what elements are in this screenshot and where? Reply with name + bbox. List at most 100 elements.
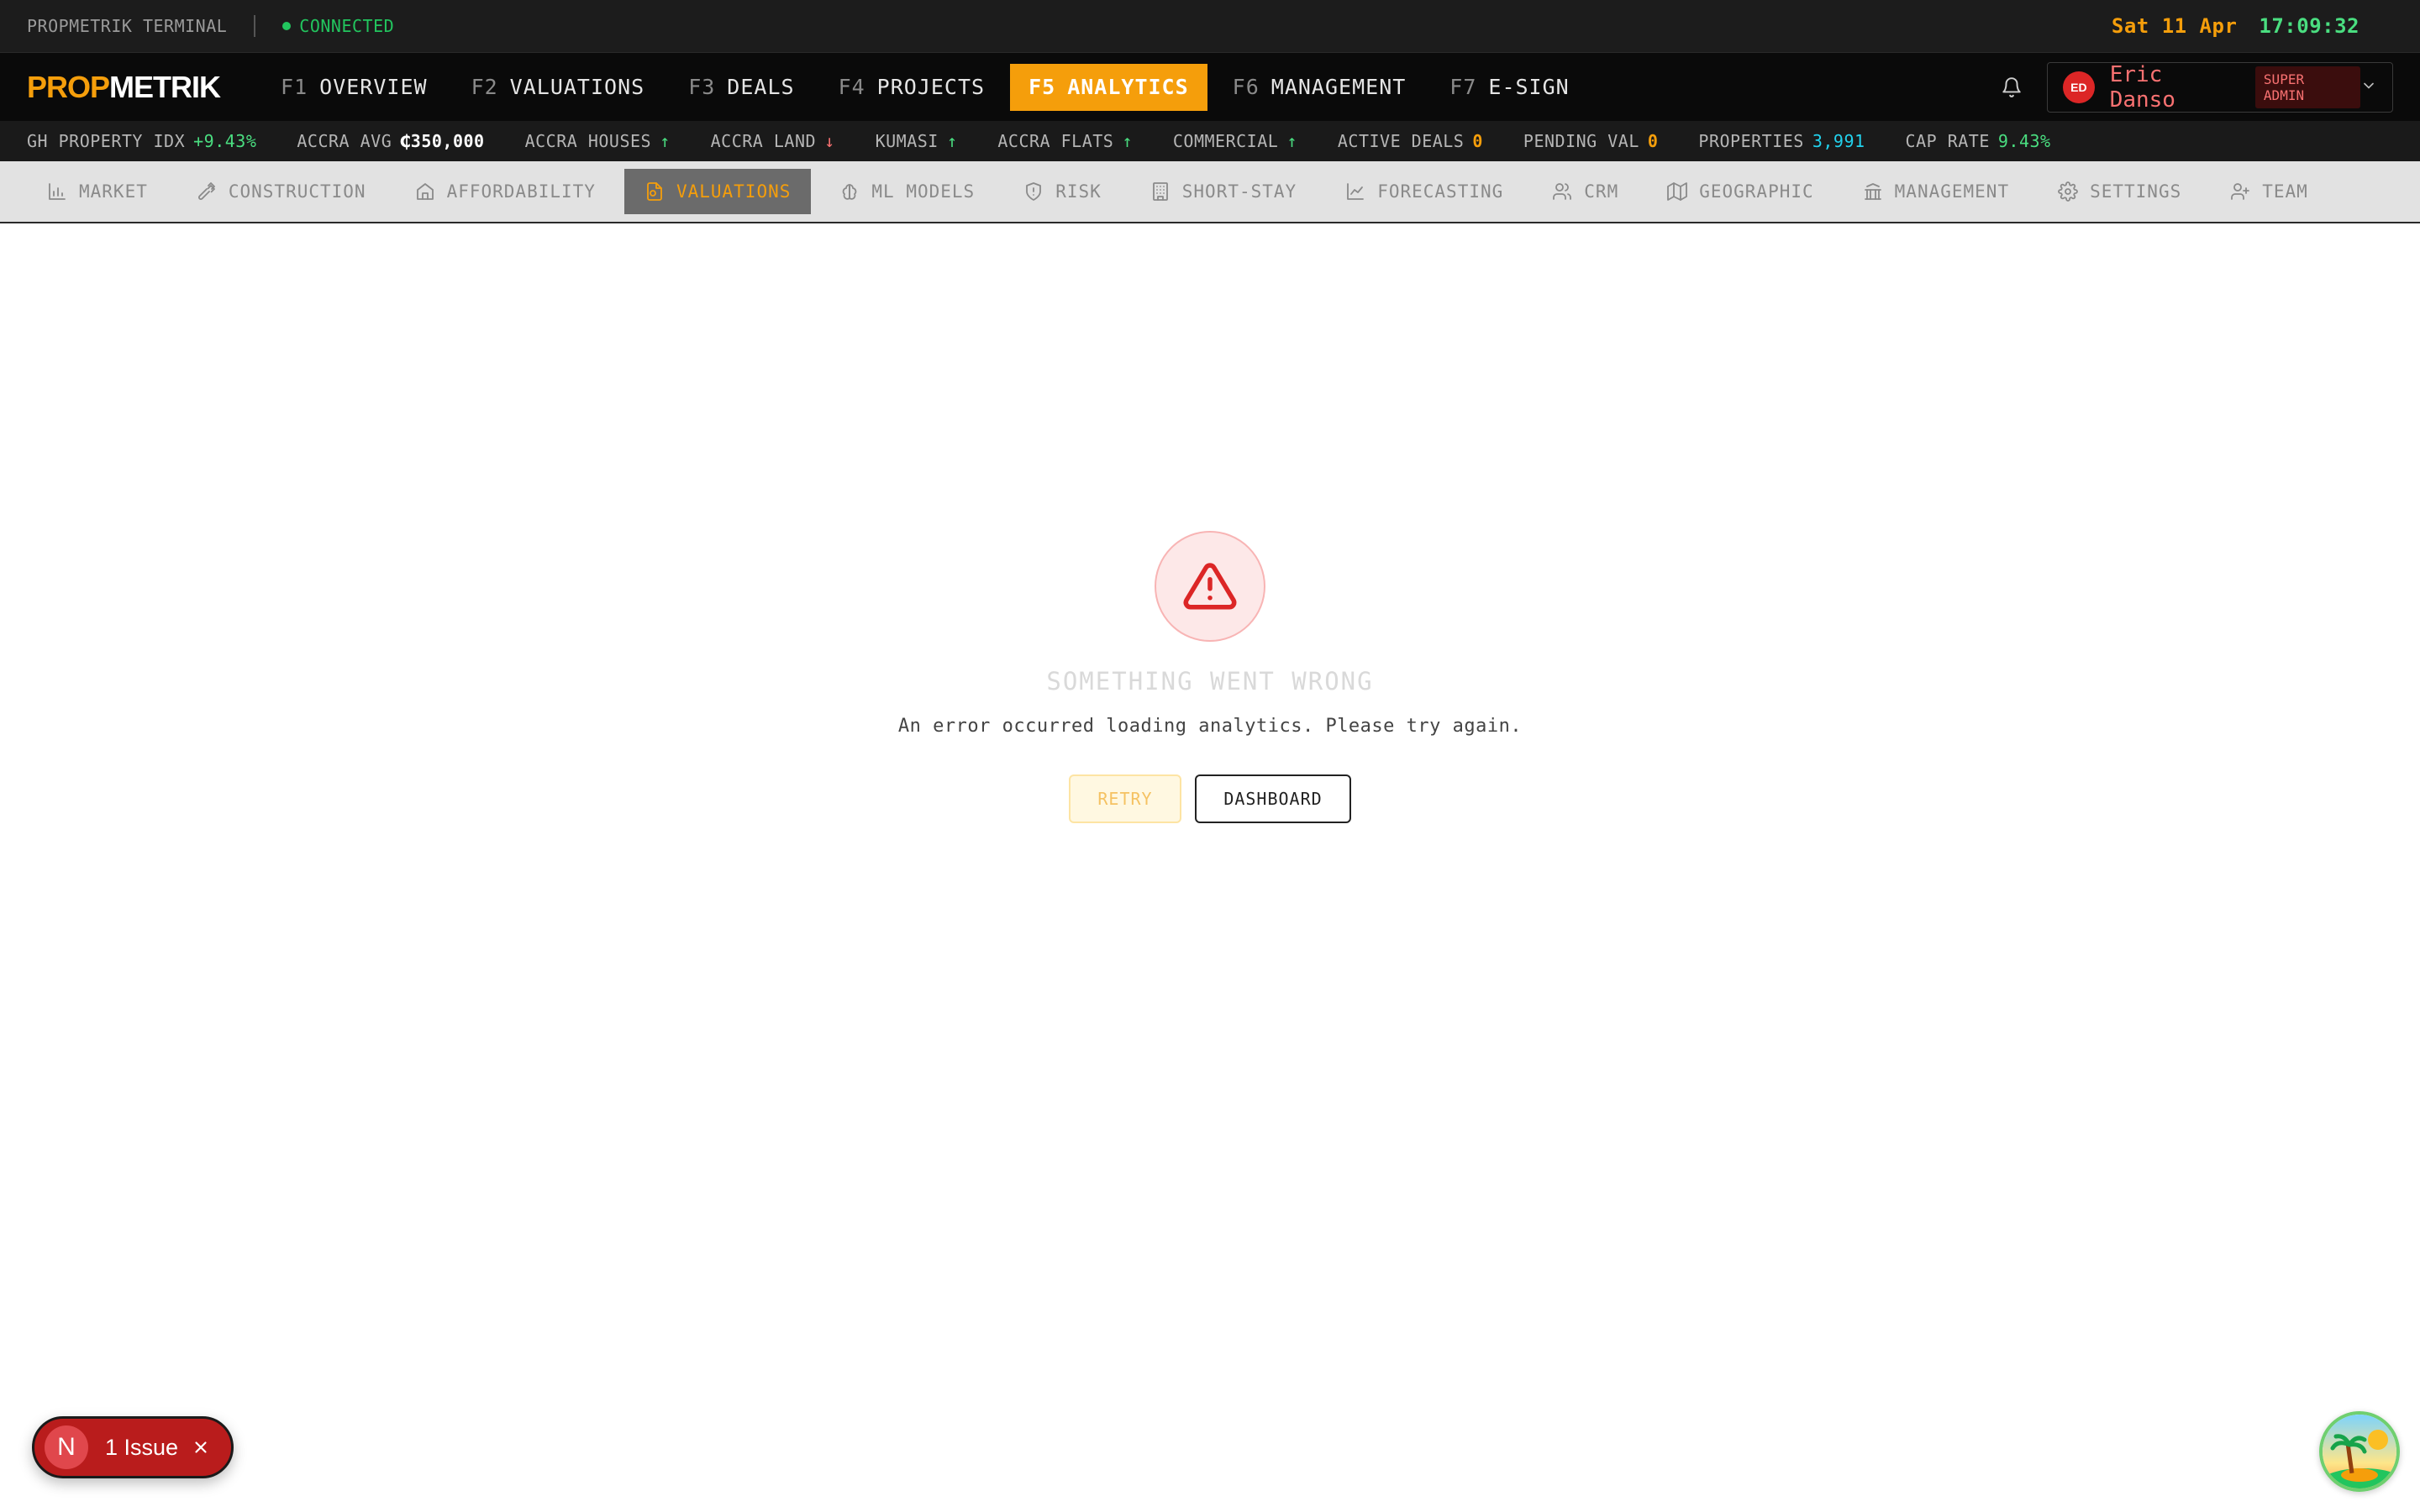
brain-icon — [839, 181, 871, 202]
chevron-down-icon — [2360, 77, 2377, 97]
ticker-label: KUMASI — [875, 131, 939, 151]
notification-bell-icon[interactable] — [1995, 71, 2028, 104]
subtab-label: MARKET — [79, 181, 148, 202]
tab-projects[interactable]: F4 PROJECTS — [820, 64, 1004, 111]
tab-analytics[interactable]: F5 ANALYTICS — [1010, 63, 1207, 111]
subtab-label: FORECASTING — [1377, 181, 1504, 202]
tab-label: E-SIGN — [1488, 75, 1570, 99]
logo[interactable]: PROPMETRIK — [27, 70, 221, 105]
tab-e-sign[interactable]: F7 E-SIGN — [1431, 64, 1587, 111]
ticker-item: ACTIVE DEALS 0 — [1338, 131, 1483, 151]
gear-icon — [2058, 181, 2090, 202]
tab-overview[interactable]: F1 OVERVIEW — [262, 64, 446, 111]
tab-label: DEALS — [727, 75, 795, 99]
ticker-value: +9.43% — [193, 131, 257, 151]
market-ticker: GH PROPERTY IDX +9.43% ACCRA AVG ₵350,000 AC… — [0, 121, 2420, 161]
tab-label: MANAGEMENT — [1270, 75, 1407, 99]
tab-shortcut-key: F1 — [281, 75, 308, 99]
subtab-label: ML MODELS — [871, 181, 976, 202]
subtab-label: VALUATIONS — [676, 181, 792, 202]
subtab-settings[interactable]: SETTINGS — [2038, 169, 2202, 214]
subtab-short-stay[interactable]: SHORT-STAY — [1130, 169, 1317, 214]
tab-shortcut-key: F6 — [1232, 75, 1260, 99]
issues-indicator[interactable]: N 1 Issue — [32, 1416, 234, 1478]
tab-label: PROJECTS — [876, 75, 986, 99]
ticker-value: ↑ — [660, 131, 671, 151]
subtab-label: CRM — [1584, 181, 1619, 202]
ticker-item: KUMASI ↑ — [876, 131, 958, 151]
analytics-sub-nav: MARKET CONSTRUCTION AFFORDABILITY VALUATION… — [0, 161, 2420, 223]
users-icon — [1552, 181, 1584, 202]
error-message: An error occurred loading analytics. Ple… — [897, 716, 1523, 737]
subtab-label: GEOGRAPHIC — [1699, 181, 1814, 202]
subtab-management[interactable]: MANAGEMENT — [1843, 169, 2029, 214]
tab-shortcut-key: F2 — [471, 75, 498, 99]
beach-avatar-icon[interactable] — [2319, 1411, 2400, 1492]
tab-label: ANALYTICS — [1067, 75, 1189, 99]
subtab-geographic[interactable]: GEOGRAPHIC — [1647, 169, 1833, 214]
subtab-risk[interactable]: RISK — [1003, 169, 1122, 214]
tab-shortcut-key: F7 — [1449, 75, 1477, 99]
current-time: 17:09:32 — [2259, 14, 2360, 38]
ticker-item: ACCRA HOUSES ↑ — [525, 131, 671, 151]
close-icon[interactable] — [192, 1438, 210, 1457]
ticker-value: 0 — [1472, 131, 1483, 151]
issues-count: 1 Issue — [105, 1434, 179, 1460]
ticker-item: PROPERTIES 3,991 — [1698, 131, 1865, 151]
subtab-label: TEAM — [2262, 181, 2308, 202]
bank-icon — [1863, 181, 1895, 202]
ticker-item: CAP RATE 9.43% — [1906, 131, 2051, 151]
divider — [254, 15, 256, 37]
line-chart-icon — [1345, 181, 1377, 202]
subtab-affordability[interactable]: AFFORDABILITY — [395, 169, 616, 214]
ticker-label: GH PROPERTY IDX — [27, 131, 186, 151]
main-nav: PROPMETRIK F1 OVERVIEW F2 VALUATIONS F3 DEALS… — [0, 53, 2420, 121]
subtab-team[interactable]: TEAM — [2210, 169, 2328, 214]
building-icon — [1150, 181, 1182, 202]
error-title: SOMETHING WENT WRONG — [1046, 667, 1374, 696]
ticker-value: ↑ — [1286, 131, 1297, 151]
ticker-value: 9.43% — [1997, 131, 2051, 151]
ticker-label: COMMERCIAL — [1172, 131, 1279, 151]
subtab-crm[interactable]: CRM — [1532, 169, 1639, 214]
subtab-label: AFFORDABILITY — [446, 181, 596, 202]
user-menu[interactable]: ED Eric Danso SUPER ADMIN — [2047, 61, 2393, 113]
user-name: Eric Danso — [2109, 61, 2175, 113]
subtab-label: CONSTRUCTION — [228, 181, 366, 202]
retry-button[interactable]: RETRY — [1069, 774, 1181, 823]
map-icon — [1667, 181, 1699, 202]
subtab-label: SHORT-STAY — [1181, 181, 1297, 202]
ticker-label: PENDING VAL — [1523, 131, 1639, 151]
subtab-construction[interactable]: CONSTRUCTION — [176, 169, 387, 214]
ticker-label: ACCRA LAND — [710, 131, 817, 151]
subtab-market[interactable]: MARKET — [27, 169, 168, 214]
ticker-value: ₵350,000 — [400, 131, 485, 151]
subtab-forecasting[interactable]: FORECASTING — [1325, 169, 1523, 214]
ticker-label: ACCRA AVG — [297, 131, 392, 151]
ticker-item: PENDING VAL 0 — [1523, 131, 1659, 151]
ticker-value: ↑ — [1122, 131, 1133, 151]
terminal-label: PROPMETRIK TERMINAL — [27, 16, 228, 36]
home-icon — [415, 181, 447, 202]
ticker-item: COMMERCIAL ↑ — [1173, 131, 1297, 151]
tab-deals[interactable]: F3 DEALS — [670, 64, 813, 111]
ticker-value: ↑ — [946, 131, 958, 151]
ticker-item: ACCRA LAND ↓ — [711, 131, 835, 151]
tab-shortcut-key: F4 — [838, 75, 865, 99]
connection-label: CONNECTED — [299, 16, 395, 36]
tab-shortcut-key: F3 — [688, 75, 716, 99]
subtab-ml-models[interactable]: ML MODELS — [819, 169, 995, 214]
ticker-label: PROPERTIES — [1698, 131, 1804, 151]
dashboard-button[interactable]: DASHBOARD — [1195, 774, 1351, 823]
tab-valuations[interactable]: F2 VALUATIONS — [453, 64, 664, 111]
avatar: ED — [2063, 71, 2095, 103]
hammer-icon — [197, 181, 229, 202]
tab-shortcut-key: F5 — [1028, 75, 1056, 99]
nextjs-logo-icon: N — [45, 1425, 88, 1469]
ticker-label: CAP RATE — [1905, 131, 1990, 151]
subtab-valuations[interactable]: VALUATIONS — [623, 169, 812, 214]
ticker-label: ACCRA HOUSES — [524, 131, 652, 151]
tab-management[interactable]: F6 MANAGEMENT — [1214, 64, 1425, 111]
shield-icon — [1023, 181, 1055, 202]
tab-label: OVERVIEW — [319, 75, 428, 99]
